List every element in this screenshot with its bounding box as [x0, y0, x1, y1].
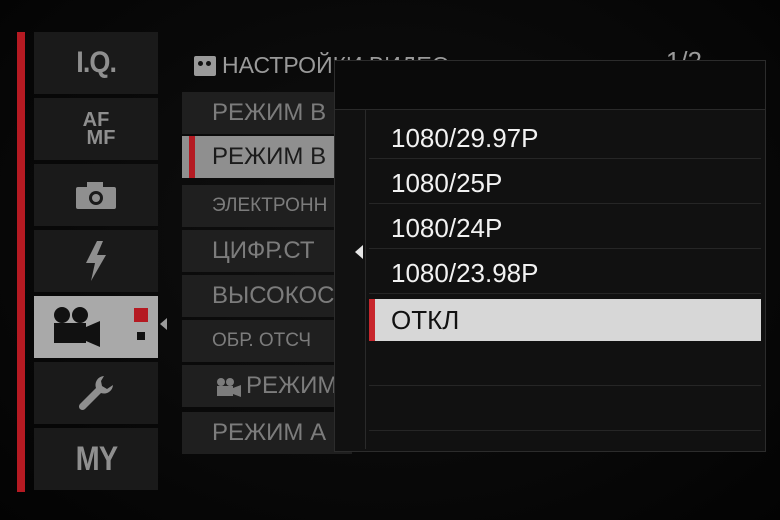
menu-row[interactable]: ОБР. ОТСЧ [182, 320, 352, 362]
video-settings-icon [194, 55, 216, 76]
option-1080-24p[interactable]: 1080/24P [369, 207, 761, 249]
frame-rate-popup: 1080/29.97P 1080/25P 1080/24P 1080/23.98… [334, 60, 766, 452]
option-empty [369, 344, 761, 386]
wrench-icon [78, 376, 113, 411]
menu-row-label: ВЫСОКОС [212, 282, 335, 309]
sidebar: I.Q. AF MF MY [34, 32, 160, 492]
menu-row[interactable]: ВЫСОКОС [182, 275, 352, 317]
option-1080-2398p[interactable]: 1080/23.98P [369, 252, 761, 294]
tab-flash[interactable] [34, 230, 158, 292]
option-label: 1080/24P [391, 213, 503, 243]
left-accent-strip [17, 32, 25, 492]
menu-row[interactable]: РЕЖИМ А [182, 412, 352, 454]
popup-header [335, 61, 765, 110]
option-label: 1080/23.98P [391, 258, 539, 288]
tab-af-mf-label: AF MF [77, 110, 116, 149]
option-empty [369, 389, 761, 431]
menu-row-label: ЦИФР.СТ [212, 237, 315, 264]
menu-row-label: РЕЖИМ В [212, 143, 327, 170]
camera-icon [76, 182, 116, 209]
option-label: ОТКЛ [391, 305, 460, 335]
option-1080-2997p[interactable]: 1080/29.97P [369, 117, 761, 159]
tab-mf-label: MF [86, 127, 116, 149]
option-label: 1080/25P [391, 168, 503, 198]
menu-row-selected[interactable]: РЕЖИМ В [182, 136, 352, 178]
tab-shooting[interactable] [34, 164, 158, 226]
tab-movie[interactable] [34, 296, 158, 358]
menu-row[interactable]: ЦИФР.СТ [182, 230, 352, 272]
popup-divider [365, 109, 366, 449]
left-arrow-icon[interactable] [355, 245, 363, 259]
menu-row-label: РЕЖИМ В [212, 99, 327, 126]
menu-row[interactable]: ЭЛЕКТРОНН [182, 185, 352, 227]
movie-camera-icon [217, 377, 241, 397]
option-label: 1080/29.97P [391, 123, 539, 153]
menu-row-label: ЭЛЕКТРОНН [212, 195, 328, 216]
menu-row[interactable]: РЕЖИМ [182, 365, 352, 407]
menu-row-label: ОБР. ОТСЧ [212, 330, 312, 351]
tab-page-indicator [134, 308, 148, 348]
tab-image-quality-label: I.Q. [76, 46, 117, 79]
menu-row[interactable]: РЕЖИМ В [182, 92, 352, 134]
tab-setup[interactable] [34, 362, 158, 424]
flash-icon [86, 241, 106, 281]
camera-menu-screen: I.Q. AF MF MY НАСТРОЙКИ РЕЖИМ В РЕЖИМ В … [0, 0, 780, 520]
tab-af-mf[interactable]: AF MF [34, 98, 158, 160]
option-off-selected[interactable]: ОТКЛ [369, 299, 761, 341]
tab-my-menu-label: MY [75, 439, 117, 478]
movie-camera-icon [54, 307, 100, 347]
option-1080-25p[interactable]: 1080/25P [369, 162, 761, 204]
tab-my-menu[interactable]: MY [34, 428, 158, 490]
tab-image-quality[interactable]: I.Q. [34, 32, 158, 94]
menu-row-label: РЕЖИМ А [212, 419, 327, 446]
tab-pointer-arrow [160, 318, 167, 330]
menu-row-label: РЕЖИМ [246, 372, 338, 399]
